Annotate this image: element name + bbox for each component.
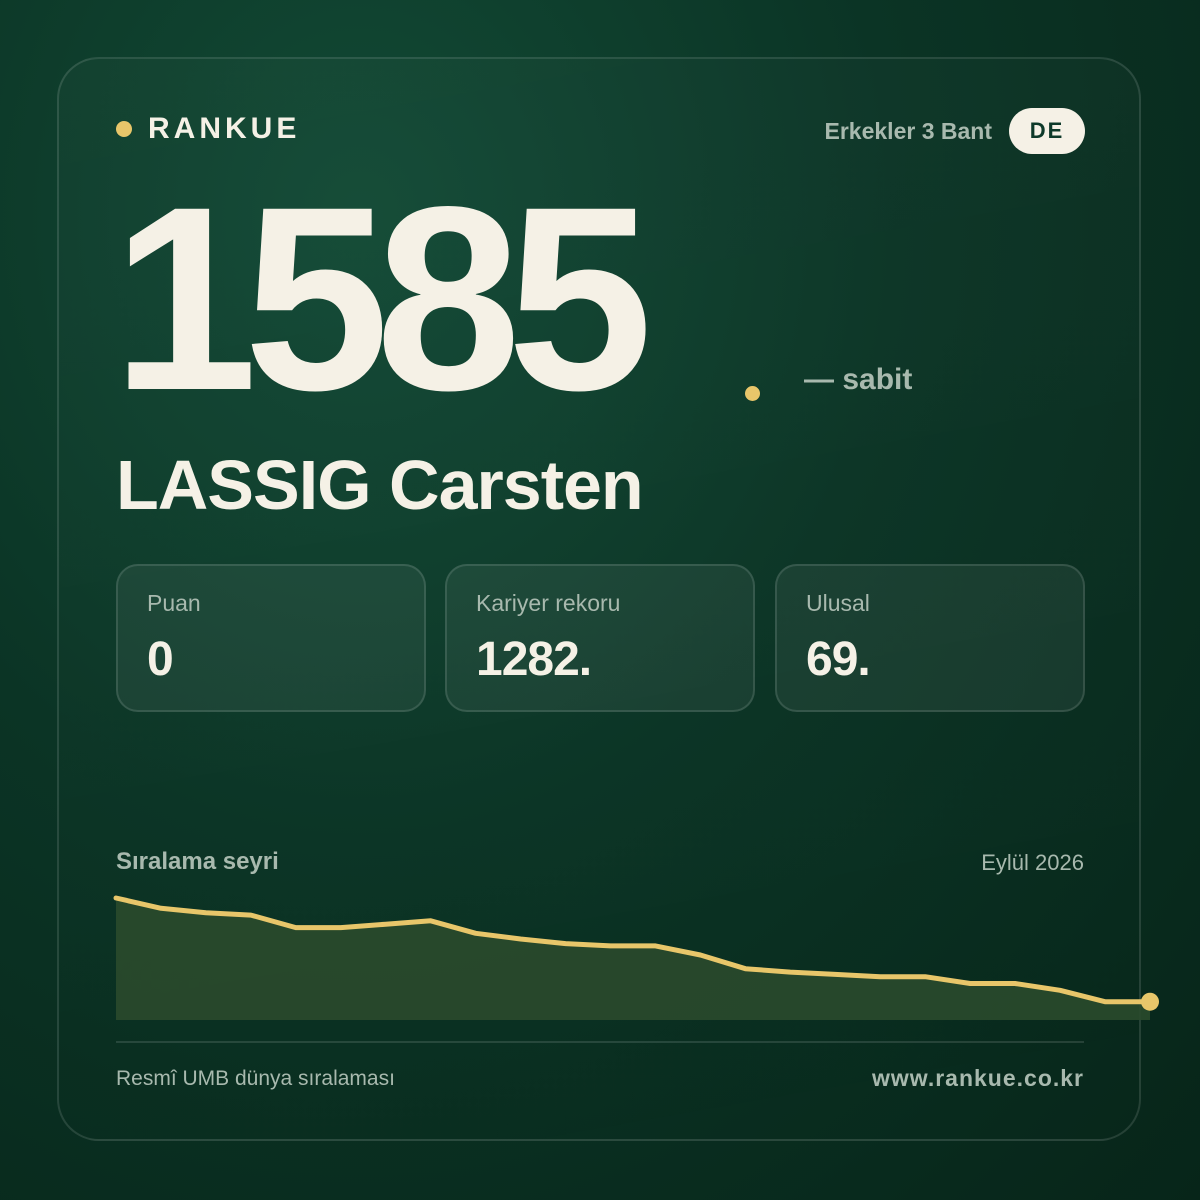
ranking-trend-chart (113, 895, 1159, 1020)
footer-source: Resmî UMB dünya sıralaması (116, 1067, 395, 1090)
footer-divider (116, 1041, 1084, 1043)
chart-area (116, 898, 1150, 1020)
chart-end-point (1141, 992, 1159, 1011)
footer-url: www.rankue.co.kr (872, 1065, 1084, 1091)
